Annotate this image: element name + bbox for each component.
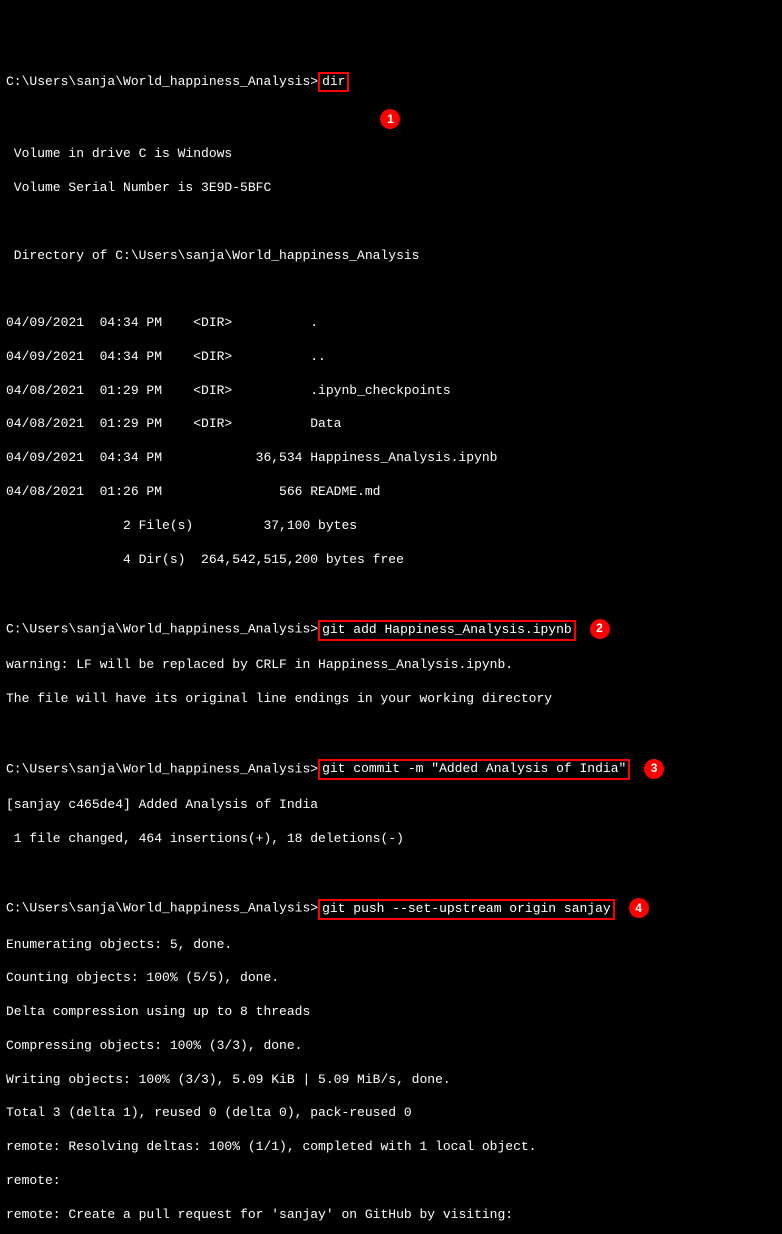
out4-line: remote: Resolving deltas: 100% (1/1), co…: [6, 1139, 776, 1156]
prompt-1: C:\Users\sanja\World_happiness_Analysis>: [6, 74, 318, 89]
highlight-cmd3: git commit -m "Added Analysis of India": [318, 759, 630, 780]
out1-vol2: Volume Serial Number is 3E9D-5BFC: [6, 180, 776, 197]
highlight-cmd2: git add Happiness_Analysis.ipynb: [318, 620, 576, 641]
dir-entry: 04/09/2021 04:34 PM <DIR> ..: [6, 349, 776, 366]
out4-line: Writing objects: 100% (3/3), 5.09 KiB | …: [6, 1072, 776, 1089]
out1-vol1: Volume in drive C is Windows: [6, 146, 776, 163]
out4-line: Compressing objects: 100% (3/3), done.: [6, 1038, 776, 1055]
blank: [6, 281, 776, 298]
cmd2-line: C:\Users\sanja\World_happiness_Analysis>…: [6, 619, 776, 640]
cmd3-line: C:\Users\sanja\World_happiness_Analysis>…: [6, 759, 776, 780]
out1-dirheader: Directory of C:\Users\sanja\World_happin…: [6, 248, 776, 265]
cmd2-text: git add Happiness_Analysis.ipynb: [322, 622, 572, 637]
prompt-4: C:\Users\sanja\World_happiness_Analysis>: [6, 901, 318, 916]
cmd4-line: C:\Users\sanja\World_happiness_Analysis>…: [6, 898, 776, 919]
cmd3-text: git commit -m "Added Analysis of India": [322, 761, 626, 776]
out4-line: Total 3 (delta 1), reused 0 (delta 0), p…: [6, 1105, 776, 1122]
out4-line: Counting objects: 100% (5/5), done.: [6, 970, 776, 987]
blank: [6, 214, 776, 231]
out2-line1: warning: LF will be replaced by CRLF in …: [6, 657, 776, 674]
dir-entry: 04/08/2021 01:29 PM <DIR> .ipynb_checkpo…: [6, 383, 776, 400]
out4-line: remote:: [6, 1173, 776, 1190]
badge1-line: 1: [6, 109, 776, 129]
prompt-3: C:\Users\sanja\World_happiness_Analysis>: [6, 761, 318, 776]
out2-line2: The file will have its original line end…: [6, 691, 776, 708]
cmd4-text: git push --set-upstream origin sanjay: [322, 901, 611, 916]
out4-line: Enumerating objects: 5, done.: [6, 937, 776, 954]
cmd1-line: C:\Users\sanja\World_happiness_Analysis>…: [6, 72, 776, 93]
badge-1: 1: [380, 109, 400, 129]
prompt-2: C:\Users\sanja\World_happiness_Analysis>: [6, 622, 318, 637]
out3-line2: 1 file changed, 464 insertions(+), 18 de…: [6, 831, 776, 848]
dir-entry: 04/08/2021 01:26 PM 566 README.md: [6, 484, 776, 501]
dir-summary1: 2 File(s) 37,100 bytes: [6, 518, 776, 535]
badge-4: 4: [629, 898, 649, 918]
blank: [6, 585, 776, 602]
badge-3: 3: [644, 759, 664, 779]
badge-2: 2: [590, 619, 610, 639]
dir-entry: 04/09/2021 04:34 PM 36,534 Happiness_Ana…: [6, 450, 776, 467]
highlight-cmd1: dir: [318, 72, 349, 93]
cmd1-text: dir: [322, 74, 345, 89]
highlight-cmd4: git push --set-upstream origin sanjay: [318, 899, 615, 920]
out4-line: Delta compression using up to 8 threads: [6, 1004, 776, 1021]
dir-entry: 04/08/2021 01:29 PM <DIR> Data: [6, 416, 776, 433]
blank: [6, 725, 776, 742]
out3-line1: [sanjay c465de4] Added Analysis of India: [6, 797, 776, 814]
out4-line: remote: Create a pull request for 'sanja…: [6, 1207, 776, 1224]
blank: [6, 865, 776, 882]
dir-summary2: 4 Dir(s) 264,542,515,200 bytes free: [6, 552, 776, 569]
dir-entry: 04/09/2021 04:34 PM <DIR> .: [6, 315, 776, 332]
